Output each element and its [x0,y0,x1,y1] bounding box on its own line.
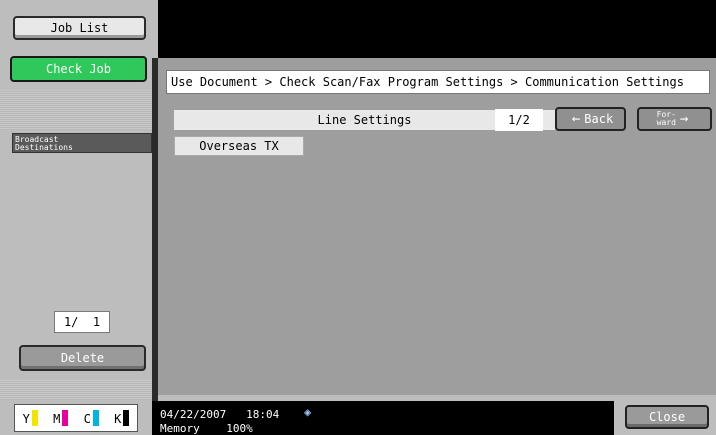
close-label: Close [648,410,686,424]
job-list-label: Job List [50,21,109,35]
left-panel: Job List Check Job Broadcast Destination… [0,0,158,435]
status-memory: Memory 100% [160,423,253,434]
toner-yellow: Y [23,410,38,426]
toner-black: K [114,410,130,426]
delete-label: Delete [60,351,105,365]
status-date: 04/22/2007 [160,408,227,421]
toner-black-bar [123,410,130,426]
page-indicator-text: 1/2 [508,113,530,127]
network-status-icon: ◈ [304,405,312,419]
memory-value: 100% [226,422,253,435]
toner-magenta: M [53,410,69,426]
forward-label: For- ward [656,110,676,127]
toner-yellow-bar [31,410,38,426]
arrow-left-icon: ← [571,111,581,127]
status-time: 18:04 [246,408,280,421]
status-bar: 04/22/2007 18:04 Memory 100% ◈ Close [152,401,716,435]
back-label: Back [584,112,614,126]
back-button[interactable]: ← Back [555,107,626,131]
job-list-button[interactable]: Job List [13,16,146,40]
overseas-tx-label: Overseas TX [199,139,279,153]
broadcast-destinations-label: Broadcast Destinations [12,133,152,153]
delete-button[interactable]: Delete [19,345,146,371]
toner-cyan-bar [92,410,99,426]
breadcrumb-text: Use Document > Check Scan/Fax Program Se… [171,75,684,89]
pager-text: 1/ 1 [63,315,101,329]
check-job-button[interactable]: Check Job [10,56,147,82]
top-bar [158,0,716,58]
toner-levels: Y M C K [14,404,138,432]
memory-label: Memory [160,422,200,435]
main-panel: Use Document > Check Scan/Fax Program Se… [152,58,716,401]
page-indicator: 1/2 [495,109,543,131]
breadcrumb: Use Document > Check Scan/Fax Program Se… [166,70,710,94]
status-datetime: 04/22/2007 18:04 [160,409,279,420]
check-job-label: Check Job [45,62,112,76]
divider-stripes [0,380,158,400]
arrow-right-icon: → [679,111,689,127]
forward-button[interactable]: For- ward → [637,107,712,131]
overseas-tx-button[interactable]: Overseas TX [174,136,304,156]
toner-cyan: C [84,410,99,426]
divider-stripes [0,90,158,130]
toner-magenta-bar [62,410,69,426]
section-title: Line Settings [317,113,412,127]
close-button[interactable]: Close [625,405,709,429]
destinations-pager: 1/ 1 [54,311,110,333]
broadcast-line2: Destinations [15,143,73,152]
